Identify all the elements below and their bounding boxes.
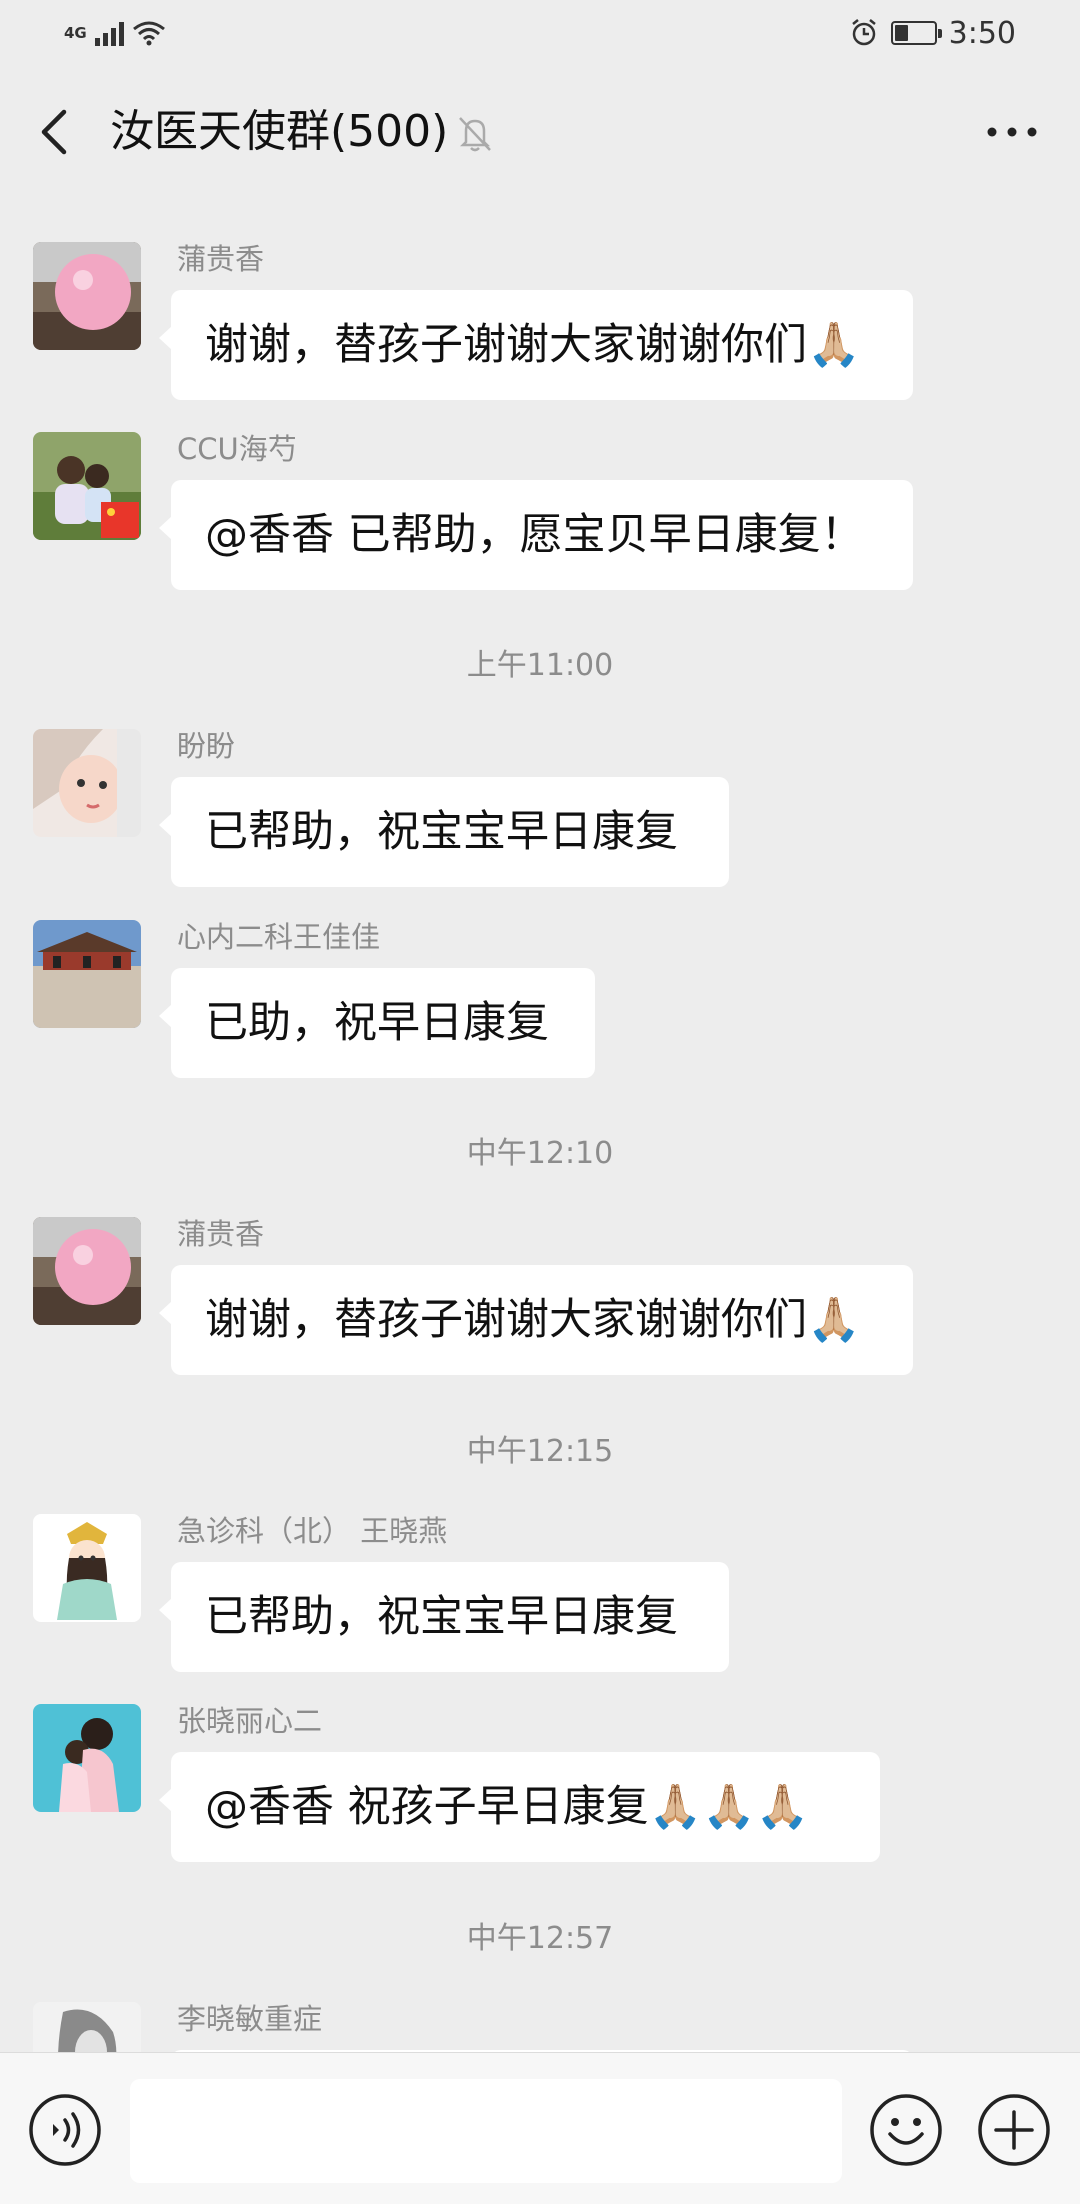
timestamp: 上午11:00 — [466, 648, 614, 683]
message-bubble[interactable]: 谢谢，替孩子谢谢大家谢谢你们🙏🏼 — [159, 1265, 913, 1375]
message-bubble[interactable]: 谢谢，替孩子谢谢大家谢谢你们🙏🏼 — [159, 290, 913, 400]
emoji-icon[interactable] — [868, 2092, 944, 2168]
avatar[interactable] — [33, 1217, 141, 1325]
chat-header: 汝医天使群(500) — [0, 66, 1080, 198]
avatar[interactable] — [33, 432, 141, 540]
message-bubble[interactable]: @香香 祝孩子早日康复🙏🏼🙏🏼🙏🏼 — [159, 1752, 880, 1862]
network-type-label: 4G — [64, 24, 87, 42]
wifi-icon — [132, 21, 165, 46]
signal-icon — [94, 20, 124, 46]
chat-title: 汝医天使群(500) — [110, 106, 449, 157]
avatar[interactable] — [33, 1704, 141, 1812]
sender-name: 急诊科（北） 王晓燕 — [177, 1514, 448, 1548]
sender-name: 盼盼 — [177, 729, 236, 763]
sender-name: 张晓丽心二 — [177, 1704, 323, 1738]
alarm-icon — [851, 19, 876, 46]
avatar[interactable] — [33, 2002, 141, 2052]
status-bar: 4G 3:50 — [0, 0, 1080, 66]
status-left: 4G — [64, 20, 166, 46]
bell-off-icon — [459, 117, 491, 152]
input-bar — [0, 2052, 1080, 2204]
plus-icon[interactable] — [976, 2092, 1052, 2168]
timestamp: 中午12:10 — [466, 1136, 614, 1171]
avatar[interactable] — [33, 729, 141, 837]
status-right: 3:50 — [849, 16, 1016, 51]
message-input[interactable] — [130, 2079, 842, 2183]
clock: 3:50 — [948, 15, 1016, 51]
message-list[interactable]: 蒲贵香 谢谢，替孩子谢谢大家谢谢你们🙏🏼 CCU海芍 @香香 已帮助，愿宝贝早日… — [0, 198, 1080, 2052]
avatar[interactable] — [33, 242, 141, 350]
timestamp: 中午12:15 — [466, 1434, 614, 1469]
sender-name: 心内二科王佳佳 — [177, 920, 381, 954]
battery-icon — [890, 21, 942, 45]
sender-name: CCU海芍 — [177, 432, 297, 466]
sender-name: 蒲贵香 — [177, 1217, 265, 1251]
message-bubble[interactable]: 已助，祝早日康复 — [159, 968, 595, 1078]
sender-name: 蒲贵香 — [177, 242, 265, 276]
sender-name: 李晓敏重症 — [177, 2002, 323, 2036]
voice-icon[interactable] — [27, 2092, 103, 2168]
message-bubble[interactable]: 已帮助，祝宝宝早日康复 — [159, 1562, 729, 1672]
avatar[interactable] — [33, 1514, 141, 1622]
message-bubble[interactable]: 已帮助，祝宝宝早日康复 — [159, 777, 729, 887]
avatar[interactable] — [33, 920, 141, 1028]
chevron-left-icon[interactable] — [30, 104, 80, 160]
more-dots-icon[interactable] — [984, 118, 1040, 146]
timestamp: 中午12:57 — [466, 1921, 614, 1956]
message-bubble[interactable]: @香香 已帮助，愿宝贝早日康复！ — [159, 480, 913, 590]
